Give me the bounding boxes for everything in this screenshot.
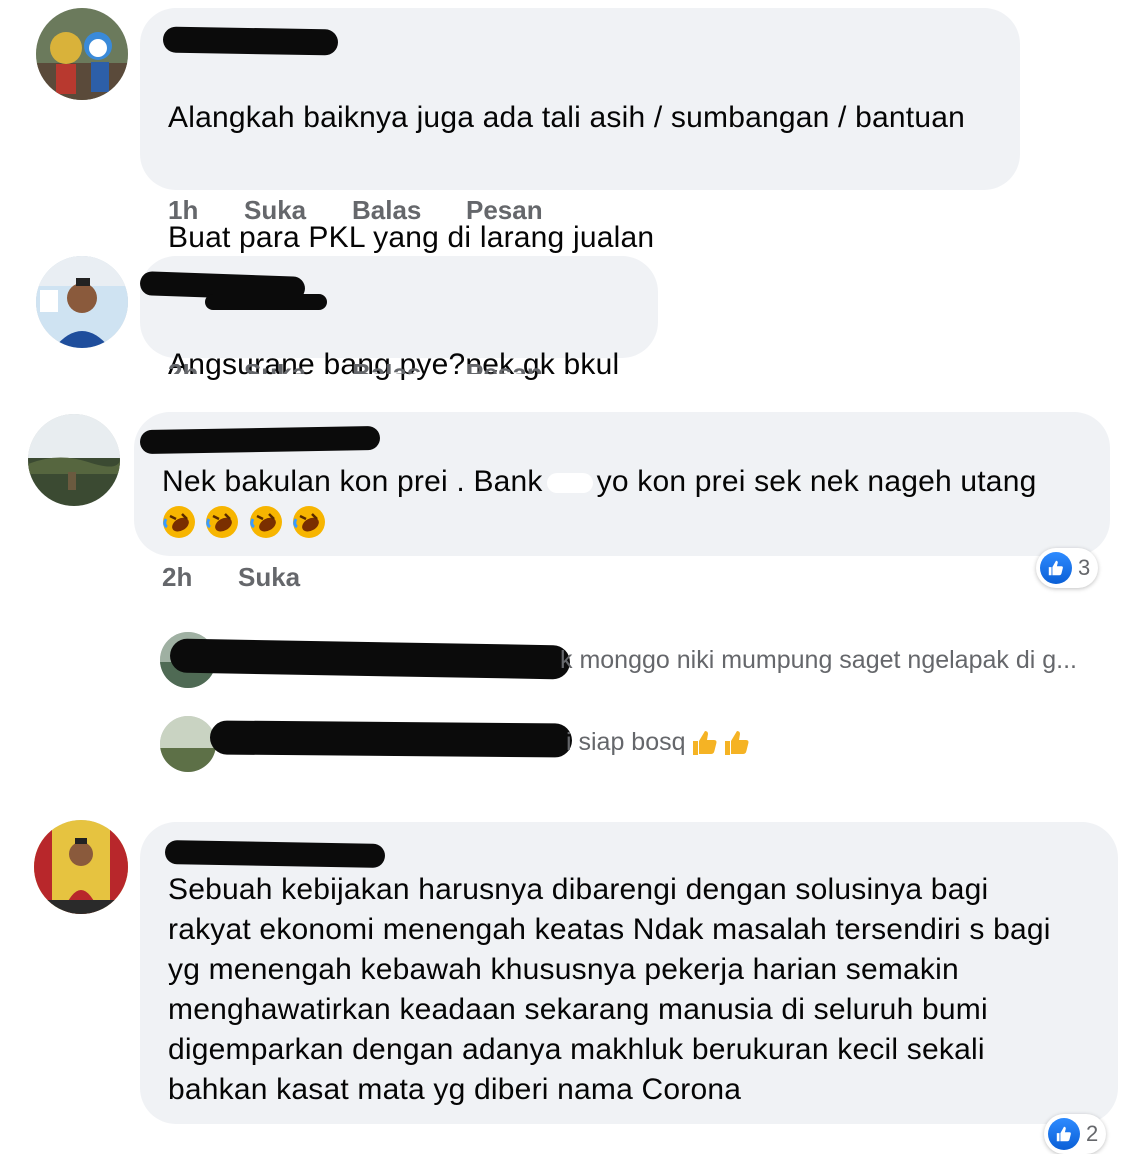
emoji-row: [162, 505, 331, 541]
reply-preview[interactable]: i siap bosq: [566, 728, 750, 758]
avatar[interactable]: [34, 820, 128, 914]
redacted-author-name: [139, 425, 381, 455]
avatar[interactable]: [36, 8, 128, 100]
reply-link[interactable]: Balas: [352, 364, 421, 374]
avatar[interactable]: [160, 716, 216, 772]
avatar[interactable]: [36, 256, 128, 348]
redacted-author-name: [164, 840, 386, 868]
message-link[interactable]: Pesan: [466, 364, 543, 374]
comment-text: Alangkah baiknya juga ada tali asih / su…: [168, 58, 965, 258]
like-icon: [1040, 552, 1072, 584]
redacted-author-name: [162, 26, 339, 56]
comment-line: rakyat ekonomi menengah keatas Ndak masa…: [168, 913, 1051, 946]
avatar-photo-icon: [28, 414, 120, 506]
comment-line: yg menengah kebawah khususnya pekerja ha…: [168, 953, 959, 986]
comment-line: digemparkan dengan adanya makhluk beruku…: [168, 1033, 985, 1066]
reaction-count-badge[interactable]: 2: [1044, 1114, 1107, 1154]
comment-line: yo kon prei sek nek nageh utang: [596, 465, 1037, 498]
timestamp[interactable]: 2h: [168, 364, 198, 374]
message-link[interactable]: Pesan: [466, 195, 543, 226]
comment-line: Nek bakulan kon prei . Bank: [162, 465, 543, 498]
like-link[interactable]: Suka: [244, 364, 306, 374]
clipped-actions-row: 2h Suka Balas Pesan: [0, 364, 700, 374]
timestamp[interactable]: 1h: [168, 195, 198, 226]
reply-link[interactable]: Balas: [352, 195, 421, 226]
reply-preview[interactable]: k monggo niki mumpung saget ngelapak di …: [560, 646, 1077, 675]
rolling-laughing-emoji-icon: [206, 506, 239, 538]
like-icon: [1048, 1118, 1080, 1150]
thumbs-up-icon: [692, 731, 717, 756]
comment-line: Alangkah baiknya juga ada tali asih / su…: [168, 101, 965, 134]
reaction-count-badge[interactable]: 3: [1036, 548, 1099, 588]
rolling-laughing-emoji-icon: [293, 506, 326, 538]
blurred-mark: [546, 473, 593, 494]
comment-line: menghawatirkan keadaan sekarang manusia …: [168, 993, 988, 1026]
timestamp[interactable]: 2h: [162, 562, 192, 593]
comment-text: Nek bakulan kon prei . Bank yo kon prei s…: [162, 462, 1036, 502]
comment-line: Sebuah kebijakan harusnya dibarengi deng…: [168, 873, 989, 906]
redacted-author-name: [209, 720, 573, 758]
avatar-photo-icon: [160, 716, 216, 772]
rolling-laughing-emoji-icon: [249, 506, 282, 538]
avatar-photo-icon: [34, 820, 128, 914]
thumbs-up-icon: [724, 731, 749, 756]
like-link[interactable]: Suka: [244, 195, 306, 226]
reply-line: i siap bosq: [566, 728, 686, 756]
redacted-author-name: [169, 638, 571, 680]
comment-text: Sebuah kebijakan harusnya dibarengi deng…: [168, 870, 1051, 1110]
like-link[interactable]: Suka: [238, 562, 300, 593]
like-count: 2: [1086, 1121, 1099, 1146]
like-count: 3: [1078, 555, 1091, 580]
avatar-photo-icon: [36, 256, 128, 348]
avatar[interactable]: [28, 414, 120, 506]
avatar-photo-icon: [36, 8, 128, 100]
rolling-laughing-emoji-icon: [163, 506, 195, 538]
comment-line: bahkan kasat mata yg diberi nama Corona: [168, 1073, 742, 1106]
